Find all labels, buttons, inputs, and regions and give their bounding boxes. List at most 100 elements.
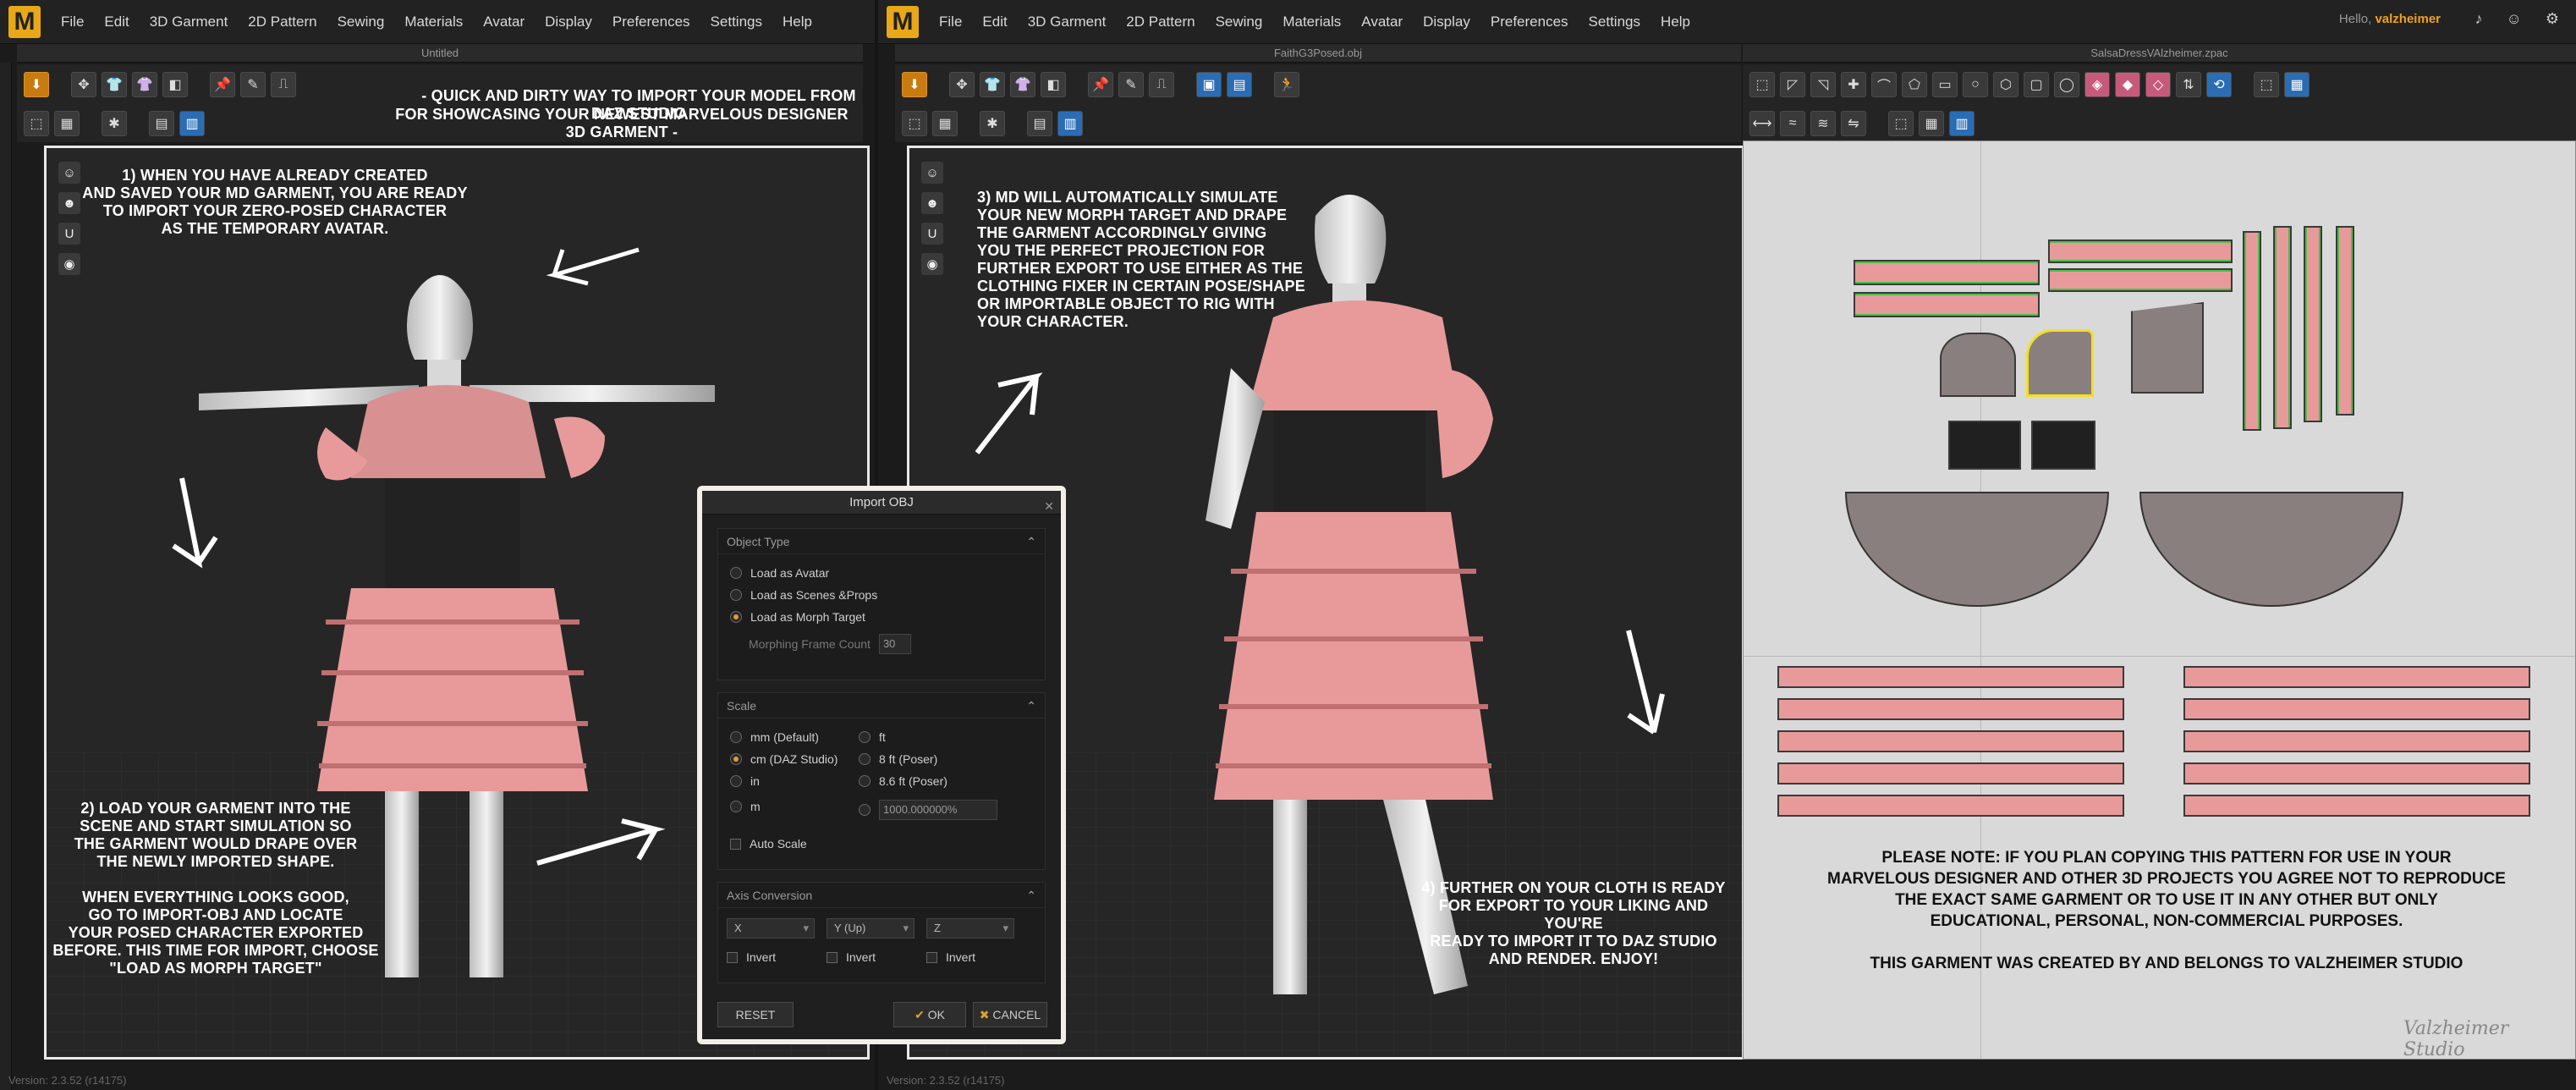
pattern-tier-strip[interactable]: [2183, 698, 2530, 720]
radio-scale-mm[interactable]: mm (Default): [730, 730, 819, 744]
check-sewing-icon[interactable]: ⇋: [1841, 111, 1866, 136]
menu-sewing[interactable]: Sewing: [1206, 14, 1273, 30]
radio-load-scenes[interactable]: Load as Scenes &Props: [730, 588, 877, 602]
radio-scale-ft[interactable]: ft: [859, 730, 886, 744]
settings-icon[interactable]: ⚙: [2546, 10, 2559, 28]
internal-rect-icon[interactable]: ▢: [2024, 72, 2049, 97]
curve-point-icon[interactable]: ⌒: [1871, 72, 1897, 97]
measure-icon[interactable]: ⎍: [271, 72, 296, 97]
radio-selected-icon[interactable]: [730, 611, 742, 623]
pattern-bodice-front[interactable]: [1940, 333, 2016, 397]
pattern-band[interactable]: [1854, 292, 2040, 317]
pattern-tier-strip[interactable]: [2183, 795, 2530, 817]
radio-scale-in[interactable]: in: [730, 774, 760, 788]
pattern-tier-strip[interactable]: [2183, 762, 2530, 784]
select-move-icon[interactable]: ✥: [949, 72, 975, 97]
selection-icon[interactable]: ⬚: [902, 111, 927, 136]
edit-point-icon[interactable]: ◸: [1780, 72, 1805, 97]
radio-icon[interactable]: [730, 589, 742, 601]
avatar-pose-icon[interactable]: ✱: [980, 111, 1005, 136]
pin-icon[interactable]: 📌: [1088, 72, 1113, 97]
dart-icon[interactable]: ◈: [2084, 72, 2110, 97]
select-2d-icon[interactable]: ⬚: [1888, 111, 1914, 136]
internal-circle-icon[interactable]: ◯: [2054, 72, 2079, 97]
pattern-ruffle-strip[interactable]: [2304, 226, 2322, 422]
pattern-bodice-back-selected[interactable]: [2026, 329, 2094, 397]
simulate-icon[interactable]: ⬇: [902, 72, 927, 97]
pattern-waist-back[interactable]: [2031, 421, 2095, 470]
avatar-pants-icon[interactable]: ▤: [1227, 72, 1252, 97]
radio-load-morph[interactable]: Load as Morph Target: [730, 610, 865, 624]
polygon-icon[interactable]: ⬠: [1902, 72, 1927, 97]
menu-settings[interactable]: Settings: [1579, 14, 1651, 30]
garment-pin-icon[interactable]: 👚: [1010, 72, 1035, 97]
grid-select-icon[interactable]: ▦: [54, 111, 80, 136]
tack-icon[interactable]: ✎: [240, 72, 266, 97]
pattern-band[interactable]: [2048, 268, 2233, 292]
edit-curve-icon[interactable]: ◹: [1810, 72, 1836, 97]
pattern-skirt-front[interactable]: [1845, 492, 2109, 607]
pose-run-icon[interactable]: 🏃: [1274, 72, 1299, 97]
texture-edit-icon[interactable]: ▥: [1057, 111, 1083, 136]
pattern-waist-front[interactable]: [1948, 421, 2021, 470]
segment-sewing-icon[interactable]: ⟷: [1749, 111, 1775, 136]
menu-edit[interactable]: Edit: [94, 14, 139, 30]
transform-pattern-icon[interactable]: ⬚: [1749, 72, 1775, 97]
fold-icon[interactable]: ◧: [162, 72, 188, 97]
pattern-tier-strip[interactable]: [1777, 666, 2124, 688]
pattern-band[interactable]: [2048, 239, 2233, 263]
cancel-button[interactable]: ✖ CANCEL: [973, 1002, 1047, 1027]
pattern-ruffle-strip[interactable]: [2243, 231, 2261, 431]
pattern-ruffle-strip[interactable]: [2273, 226, 2292, 429]
custom-scale-input[interactable]: 1000.000000%: [879, 800, 997, 820]
radio-load-avatar[interactable]: Load as Avatar: [730, 566, 829, 580]
collapse-icon[interactable]: ⌃: [1026, 529, 1036, 554]
pattern-ruffle-strip[interactable]: [2336, 226, 2354, 416]
free-sewing-icon[interactable]: ≈: [1780, 111, 1805, 136]
avatar-pose-icon[interactable]: ✱: [102, 111, 127, 136]
fold-arrange-icon[interactable]: ⇅: [2176, 72, 2201, 97]
measure-icon[interactable]: ⎍: [1149, 72, 1174, 97]
reset-button[interactable]: RESET: [717, 1002, 794, 1027]
simulate-icon[interactable]: ⬇: [24, 72, 49, 97]
menu-file[interactable]: File: [51, 14, 94, 30]
tack-icon[interactable]: ✎: [1118, 72, 1144, 97]
invert-x-checkbox[interactable]: Invert: [727, 950, 776, 964]
menu-help[interactable]: Help: [1651, 14, 1700, 30]
pattern-tier-strip[interactable]: [2183, 666, 2530, 688]
menu-display[interactable]: Display: [1413, 14, 1480, 30]
texture-icon[interactable]: ▤: [1027, 111, 1052, 136]
menu-2d-pattern[interactable]: 2D Pattern: [238, 14, 327, 30]
fold-icon[interactable]: ◧: [1041, 72, 1066, 97]
edit-sewing-icon[interactable]: ≋: [1810, 111, 1836, 136]
radio-scale-custom[interactable]: 1000.000000%: [859, 800, 997, 820]
notch-icon[interactable]: ◇: [2145, 72, 2171, 97]
avatar-shirt-icon[interactable]: ▣: [1196, 72, 1222, 97]
add-point-icon[interactable]: ✚: [1841, 72, 1866, 97]
pattern-window-2d[interactable]: PLEASE NOTE: IF YOU PLAN COPYING THIS PA…: [1743, 140, 2576, 1060]
pattern-tier-strip[interactable]: [2183, 730, 2530, 752]
radio-scale-cm[interactable]: cm (DAZ Studio): [730, 752, 838, 766]
garment-icon[interactable]: 👕: [980, 72, 1005, 97]
select-move-icon[interactable]: ✥: [71, 72, 96, 97]
menu-display[interactable]: Display: [535, 14, 602, 30]
menu-sewing[interactable]: Sewing: [327, 14, 395, 30]
pattern-tier-strip[interactable]: [1777, 730, 2124, 752]
pattern-skirt-back[interactable]: [2139, 492, 2403, 607]
pattern-tier-strip[interactable]: [1777, 795, 2124, 817]
circle-icon[interactable]: ○: [1963, 72, 1988, 97]
trace-icon[interactable]: ◆: [2115, 72, 2140, 97]
menu-3d-garment[interactable]: 3D Garment: [140, 14, 239, 30]
radio-icon[interactable]: [730, 567, 742, 579]
sync-icon[interactable]: ⟲: [2206, 72, 2232, 97]
axis-z-select[interactable]: Z: [926, 918, 1014, 939]
texture-icon[interactable]: ▤: [149, 111, 174, 136]
object-type-header[interactable]: Object Type ⌃: [718, 529, 1045, 554]
morph-frame-input[interactable]: 30: [878, 634, 911, 654]
texture-edit-icon[interactable]: ▥: [179, 111, 205, 136]
axis-x-select[interactable]: X: [727, 918, 815, 939]
pin-icon[interactable]: 📌: [210, 72, 235, 97]
menu-file[interactable]: File: [929, 14, 972, 30]
axis-y-select[interactable]: Y (Up): [827, 918, 915, 939]
uv-icon[interactable]: ▥: [1949, 111, 1975, 136]
